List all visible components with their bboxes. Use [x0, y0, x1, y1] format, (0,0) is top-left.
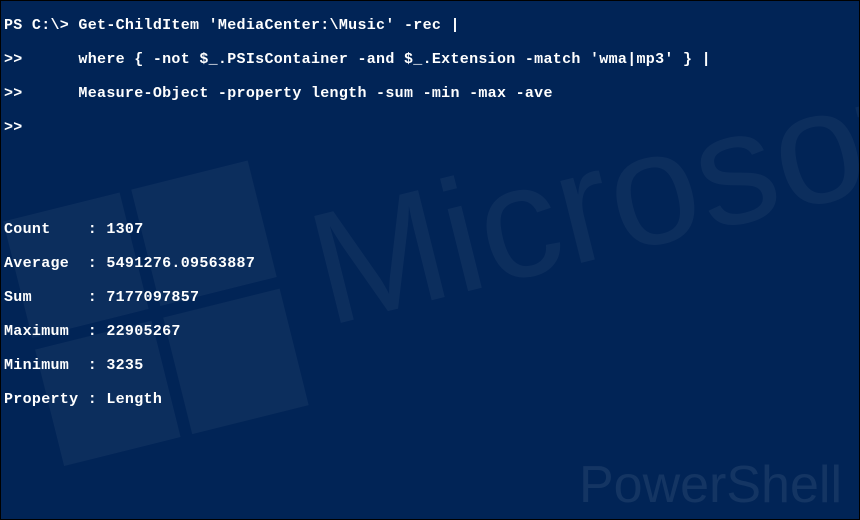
terminal-line: Property : Length [4, 391, 856, 408]
terminal-line: Sum : 7177097857 [4, 289, 856, 306]
terminal-line: >> Measure-Object -property length -sum … [4, 85, 856, 102]
terminal-output[interactable]: PS C:\> Get-ChildItem 'MediaCenter:\Musi… [0, 0, 860, 520]
terminal-line: PS C:\> Get-ChildItem 'MediaCenter:\Musi… [4, 17, 856, 34]
terminal-line: Maximum : 22905267 [4, 323, 856, 340]
terminal-line [4, 459, 856, 476]
terminal-line [4, 153, 856, 170]
terminal-line: >> where { -not $_.PSIsContainer -and $_… [4, 51, 856, 68]
terminal-line [4, 187, 856, 204]
terminal-line: >> [4, 119, 856, 136]
terminal-line: Minimum : 3235 [4, 357, 856, 374]
terminal-line [4, 425, 856, 442]
terminal-line: Average : 5491276.09563887 [4, 255, 856, 272]
terminal-line [4, 493, 856, 510]
terminal-line: Count : 1307 [4, 221, 856, 238]
